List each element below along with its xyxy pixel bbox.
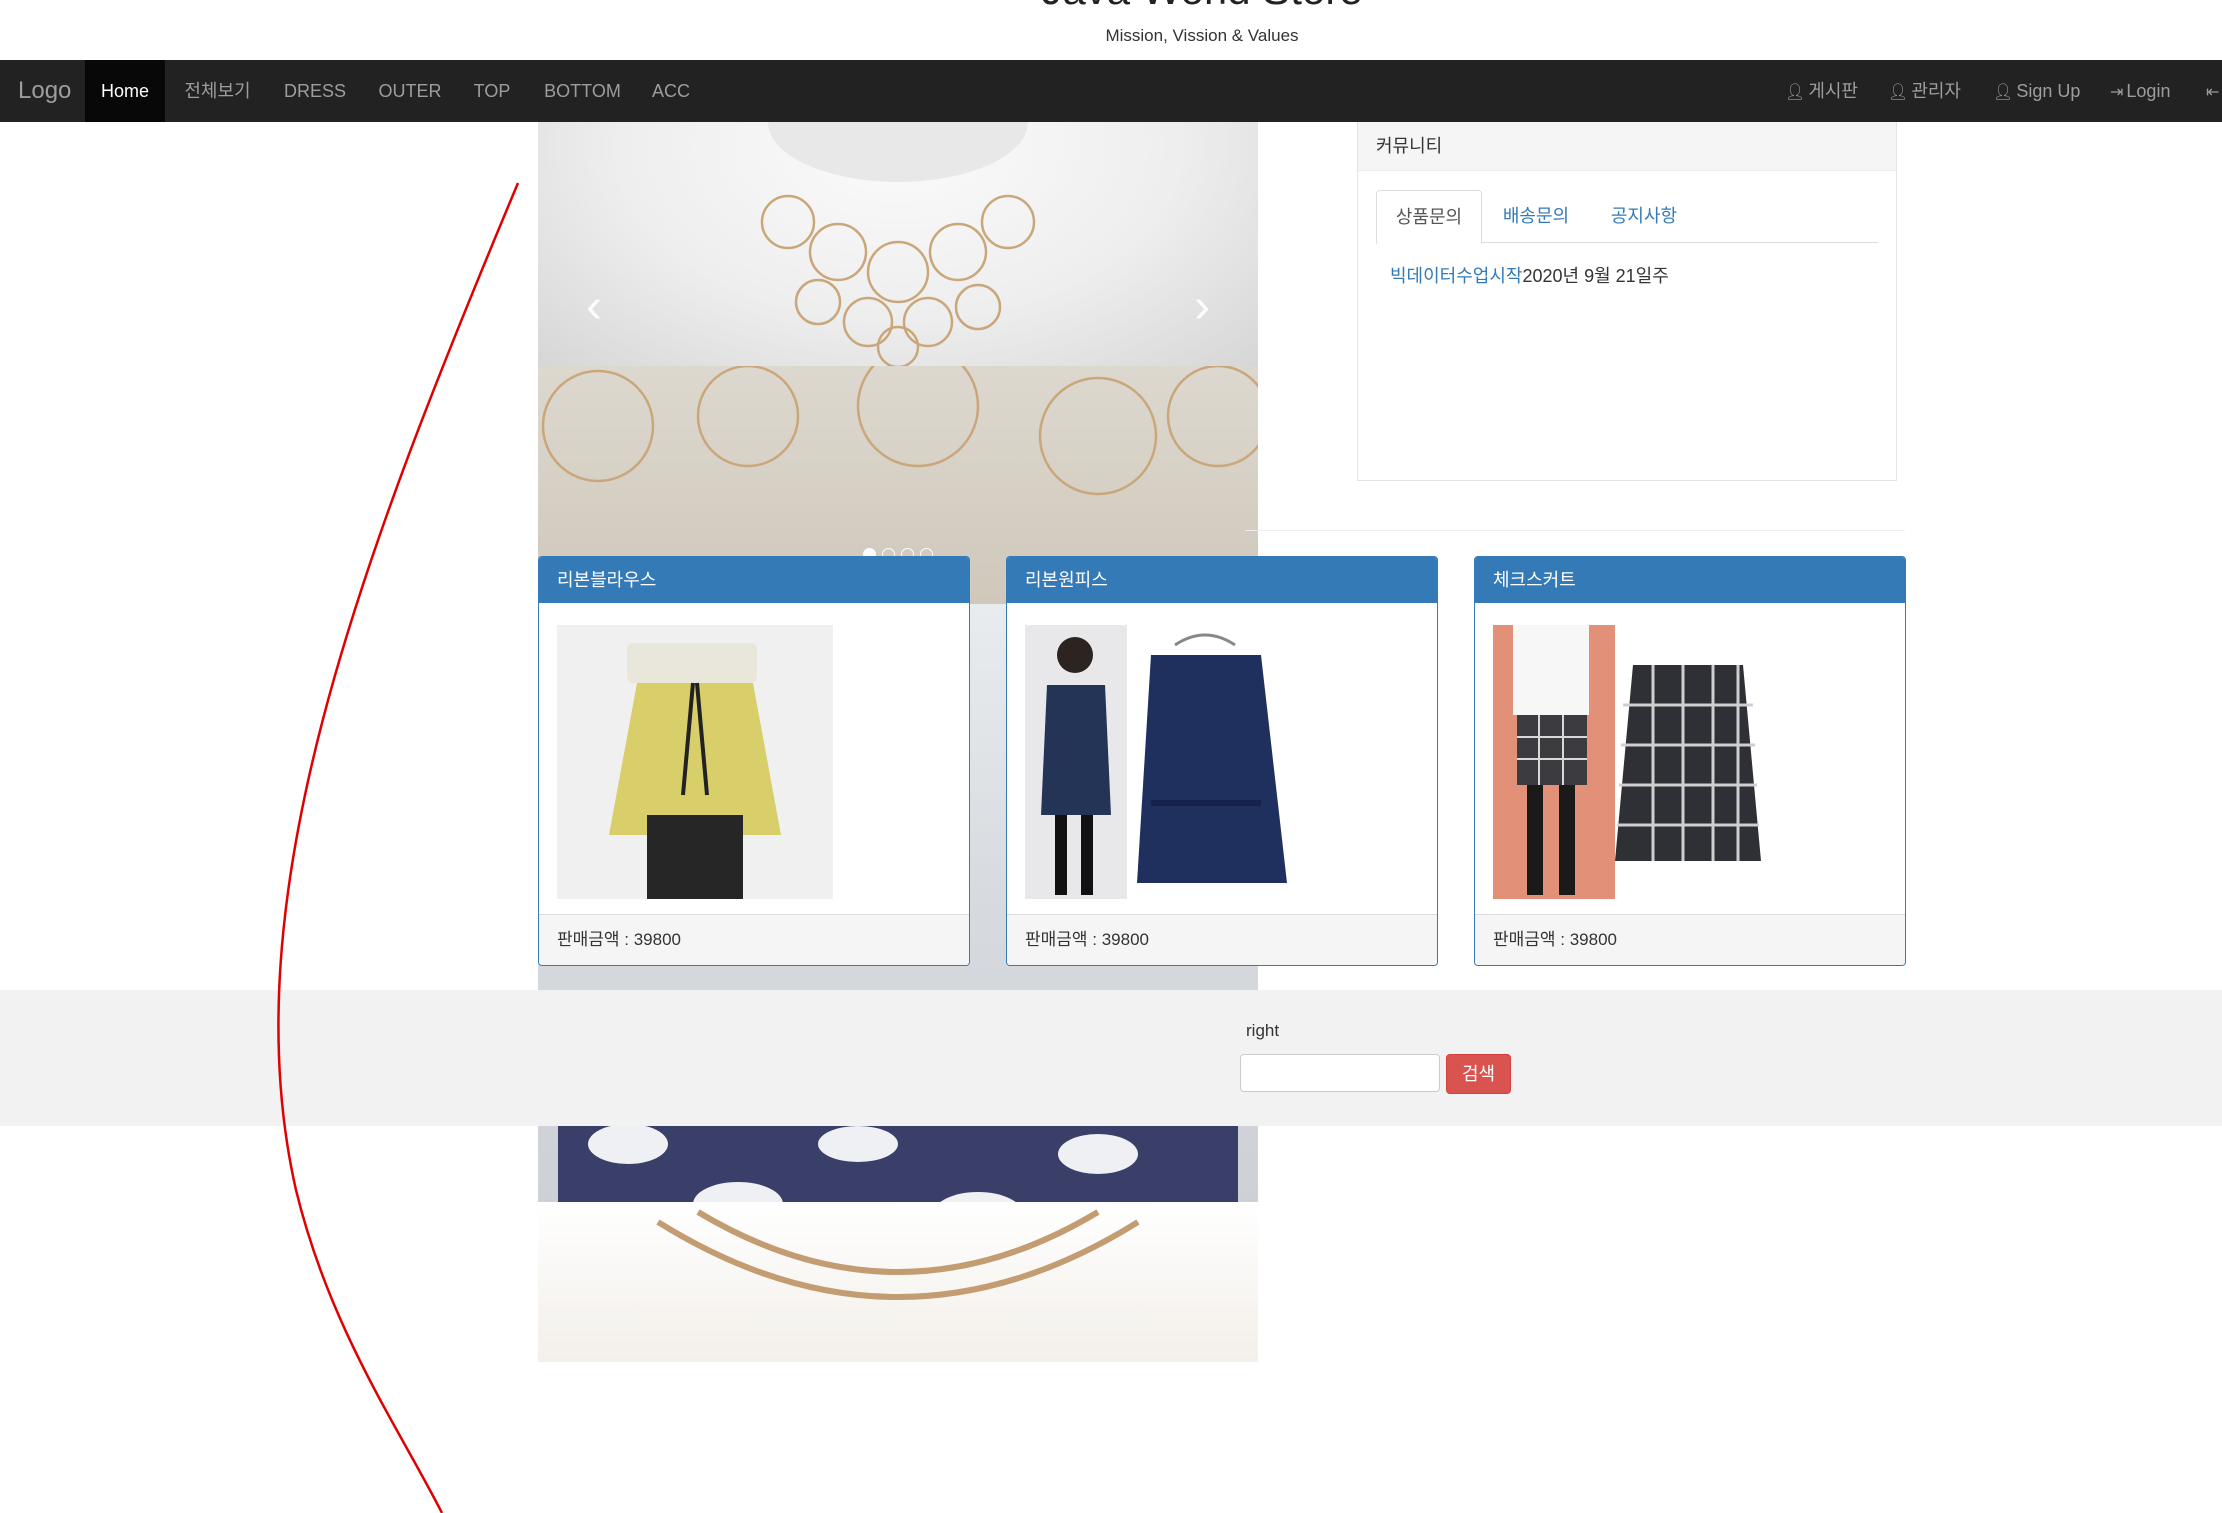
annotation-curve	[277, 182, 520, 1513]
